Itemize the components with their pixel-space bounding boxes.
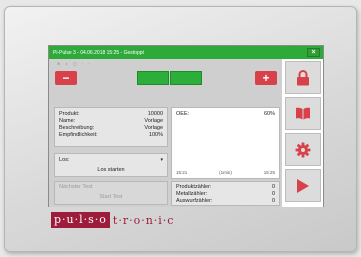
counter-value: 0 <box>271 191 275 197</box>
info-value: 100% <box>148 132 163 138</box>
book-icon <box>295 107 311 120</box>
oee-header: OEE: 60% <box>176 111 275 117</box>
oee-value: 60% <box>263 111 275 117</box>
toolbar-faded-icons: ⊕ ◐ ▢ ◦ ◦ <box>57 61 92 66</box>
close-button[interactable]: × <box>307 48 320 57</box>
oee-axis-end: 15:25 <box>263 170 275 175</box>
info-label: Empfindlichkeit: <box>59 132 98 138</box>
chevron-down-icon: ▾ <box>160 157 163 163</box>
info-label: Beschreibung: <box>59 125 95 131</box>
logo-part-tronic: t·r·o·n·i·c <box>112 213 175 227</box>
counter-row-reject: Auswurfzähler: 0 <box>176 198 275 205</box>
status-indicator-left <box>137 71 169 85</box>
lot-panel[interactable]: Los: ▾ Los starten <box>54 153 168 177</box>
oee-label: OEE: <box>176 111 190 117</box>
right-sidebar <box>282 59 323 207</box>
product-info-panel: Produkt: 10000 Name: Vorlage Beschreibun… <box>54 107 168 147</box>
logo-part-pulso: p·u·l·s·o <box>51 212 110 228</box>
oee-axis-unit: (1min) <box>219 170 232 175</box>
info-value: 10000 <box>147 111 163 117</box>
start-test-button[interactable]: Start Test <box>59 194 163 200</box>
info-label: Name: <box>59 118 76 124</box>
hmi-screen: Pi-Pulse 3 - 04.06.2018 15:25 - Gestoppt… <box>48 45 324 207</box>
counter-row-product: Produktzähler: 0 <box>176 184 275 191</box>
lock-button[interactable] <box>285 61 321 94</box>
main-workspace: ⊕ ◐ ▢ ◦ ◦ − + Produkt: 10000 Name: Vorla… <box>49 59 282 207</box>
pulsotronic-logo: p·u·l·s·o t·r·o·n·i·c <box>51 212 177 228</box>
info-row-sensitivity: Empfindlichkeit: 100% <box>59 132 163 139</box>
counter-row-metal: Metallzähler: 0 <box>176 191 275 198</box>
counters-panel: Produktzähler: 0 Metallzähler: 0 Auswurf… <box>171 181 280 206</box>
info-value: Vorlage <box>144 125 163 131</box>
oee-time-axis: 15:21 (1min) 15:25 <box>176 170 275 175</box>
window-title: Pi-Pulse 3 - 04.06.2018 15:25 - Gestoppt <box>53 49 144 56</box>
counter-label: Auswurfzähler: <box>176 198 213 204</box>
start-lot-button[interactable]: Los starten <box>59 167 163 173</box>
info-row-product: Produkt: 10000 <box>59 111 163 118</box>
play-icon <box>296 178 310 194</box>
oee-axis-start: 15:21 <box>176 170 188 175</box>
manual-button[interactable] <box>285 97 321 130</box>
start-button[interactable] <box>285 169 321 202</box>
info-row-name: Name: Vorlage <box>59 118 163 125</box>
counter-value: 0 <box>271 184 275 190</box>
info-label: Produkt: <box>59 111 80 117</box>
info-row-description: Beschreibung: Vorlage <box>59 125 163 132</box>
next-test-label: Nächster Test <box>59 184 93 190</box>
decrease-button[interactable]: − <box>55 71 77 85</box>
counter-value: 0 <box>271 198 275 204</box>
counter-label: Metallzähler: <box>176 191 208 197</box>
settings-button[interactable] <box>285 133 321 166</box>
oee-panel: OEE: 60% 15:21 (1min) 15:25 <box>171 107 280 179</box>
window-titlebar: Pi-Pulse 3 - 04.06.2018 15:25 - Gestoppt… <box>49 46 323 59</box>
lock-icon <box>296 69 310 86</box>
info-value: Vorlage <box>144 118 163 124</box>
gear-icon <box>295 142 311 158</box>
test-panel: Nächster Test Start Test <box>54 181 168 205</box>
counter-label: Produktzähler: <box>176 184 212 190</box>
increase-button[interactable]: + <box>255 71 277 85</box>
lot-label: Los: <box>59 157 70 163</box>
status-indicator-right <box>170 71 202 85</box>
